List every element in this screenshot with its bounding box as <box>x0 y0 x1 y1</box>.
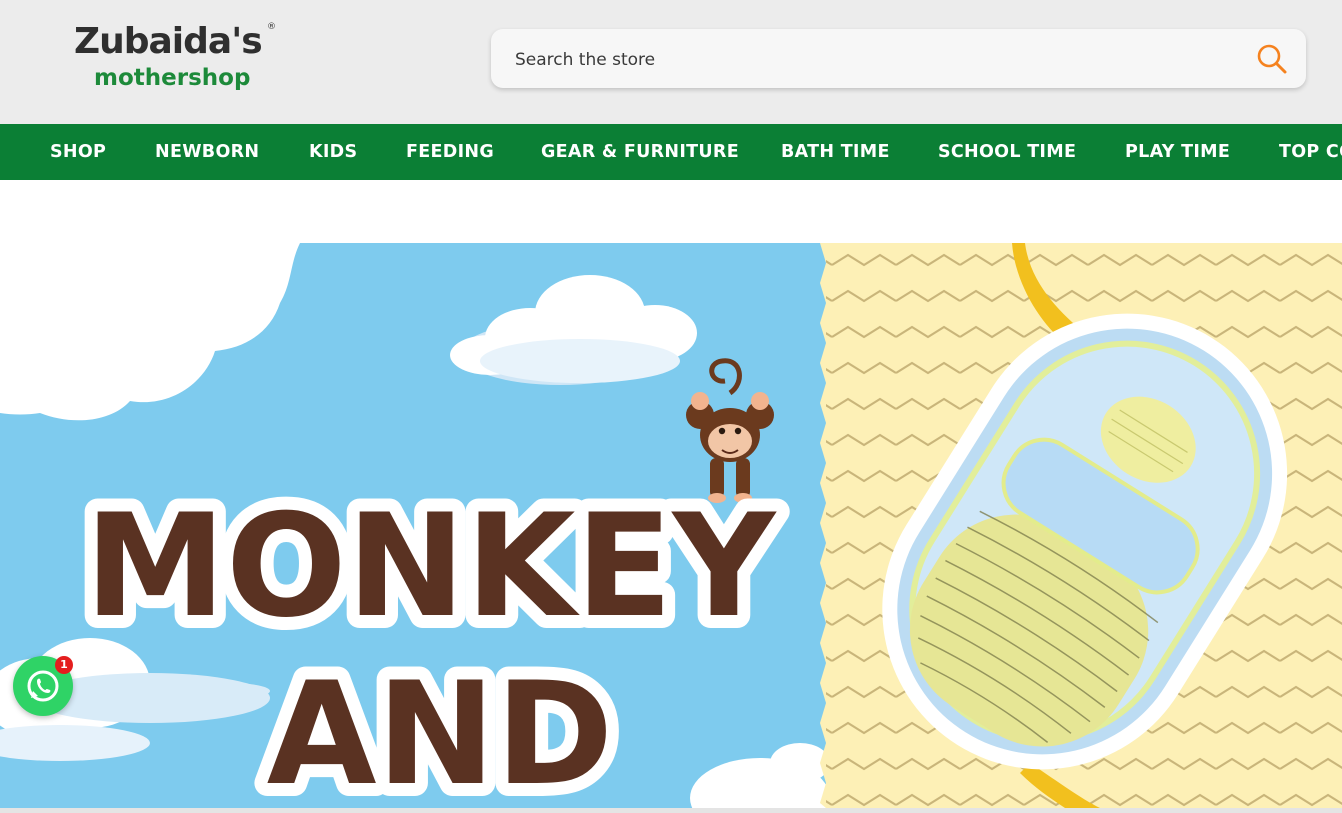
nav-item-newborn[interactable]: NEWBORN <box>155 124 259 180</box>
nav-item-kids[interactable]: KIDS <box>309 124 357 180</box>
whatsapp-notification-badge: 1 <box>55 656 73 674</box>
nav-item-bath-time[interactable]: BATH TIME <box>781 124 890 180</box>
site-header: Zubaida's ® mothershop <box>0 0 1342 124</box>
main-navigation: SHOP NEWBORN KIDS FEEDING GEAR & FURNITU… <box>0 124 1342 180</box>
logo-brand-name: Zubaida's <box>74 21 263 62</box>
search-icon[interactable] <box>1256 43 1288 75</box>
site-logo[interactable]: Zubaida's ® mothershop <box>74 20 284 100</box>
logo-registered-mark: ® <box>267 22 276 32</box>
banner-title-line1: MONKEY <box>85 484 778 649</box>
nav-item-school-time[interactable]: SCHOOL TIME <box>938 124 1076 180</box>
nav-item-top-collection[interactable]: TOP CO <box>1279 124 1342 180</box>
nav-item-feeding[interactable]: FEEDING <box>406 124 494 180</box>
hero-banner-artwork: MONKEY MONKEY AND AND <box>0 243 1342 808</box>
whatsapp-icon <box>13 670 73 720</box>
page-bottom-border <box>0 808 1342 813</box>
hero-banner[interactable]: MONKEY MONKEY AND AND <box>0 243 1342 808</box>
nav-item-gear-furniture[interactable]: GEAR & FURNITURE <box>541 124 739 180</box>
search-bar <box>491 29 1306 90</box>
logo-subtitle: mothershop <box>94 65 251 91</box>
banner-title-line2: AND <box>267 652 614 808</box>
nav-item-shop[interactable]: SHOP <box>50 124 106 180</box>
search-input[interactable] <box>513 29 1237 90</box>
nav-item-play-time[interactable]: PLAY TIME <box>1125 124 1230 180</box>
